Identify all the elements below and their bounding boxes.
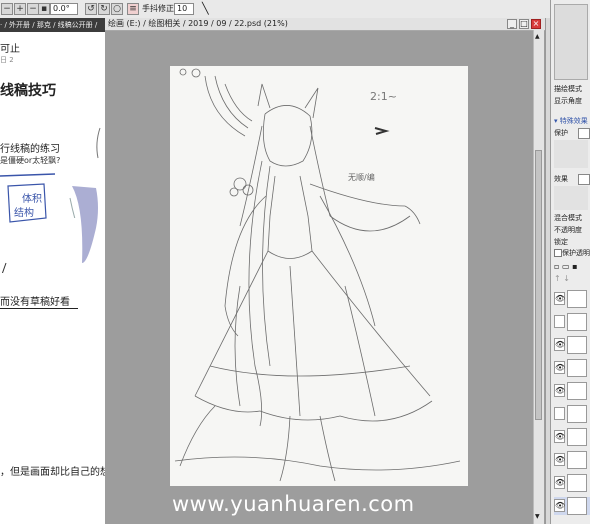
protect-options bbox=[554, 140, 588, 168]
display-angle-label: 显示角度 bbox=[554, 97, 582, 105]
layer-thumbnail[interactable] bbox=[567, 313, 587, 331]
eye-icon[interactable]: 👁 bbox=[554, 338, 565, 351]
flip-icon[interactable]: ≡ bbox=[127, 3, 139, 15]
rotation-field[interactable]: 0.0° bbox=[50, 3, 78, 15]
character-sketch bbox=[174, 68, 461, 482]
layer-row[interactable]: 👁 bbox=[554, 336, 590, 354]
watermark-text: www.yuanhuaren.com bbox=[172, 492, 415, 516]
eye-icon[interactable]: 👁 bbox=[554, 499, 565, 512]
stabilizer-label: 手抖修正 bbox=[142, 4, 174, 13]
structure-diagram bbox=[0, 173, 98, 273]
stabilizer-select[interactable]: 10 bbox=[174, 3, 194, 15]
plus-icon[interactable]: + bbox=[14, 3, 26, 15]
stub-date: 日 2 bbox=[0, 56, 14, 64]
eye-icon[interactable]: 👁 bbox=[554, 453, 565, 466]
layer-row[interactable]: 👁 bbox=[554, 451, 590, 469]
layer-tools-row: ▫ ▭ ▪ bbox=[554, 262, 588, 272]
blend-mode-label: 混合模式 bbox=[554, 214, 582, 222]
new-folder-icon[interactable]: ▭ bbox=[562, 262, 570, 271]
opacity-label: 不透明度 bbox=[554, 226, 582, 234]
pen-stroke-icon[interactable]: ╲ bbox=[202, 3, 209, 15]
delete-layer-icon[interactable]: ▪ bbox=[572, 262, 577, 271]
window-title-text: 绘画 (E:) / 绘图相关 / 2019 / 09 / 22.psd (21%… bbox=[108, 19, 288, 28]
eye-icon[interactable] bbox=[554, 407, 565, 420]
top-toolbar: − + − ▪ 0.0° ↺ ↻ ○ ≡ 手抖修正 10 ╲ bbox=[0, 0, 590, 19]
handwritten-structure: 结构 bbox=[14, 208, 34, 219]
page-heading: 线稿技巧 bbox=[0, 83, 56, 99]
sketch-note-text: 无顺/编 bbox=[348, 173, 375, 182]
effect-select[interactable] bbox=[578, 174, 590, 185]
scrollbar-thumb[interactable] bbox=[535, 150, 542, 420]
layer-row[interactable] bbox=[554, 405, 590, 423]
layer-thumbnail[interactable] bbox=[567, 290, 587, 308]
minimize-icon[interactable]: _ bbox=[507, 19, 517, 29]
layer-thumbnail[interactable] bbox=[567, 474, 587, 492]
scroll-down-icon[interactable]: ▼ bbox=[535, 514, 542, 520]
layer-row[interactable]: 👁 bbox=[554, 290, 590, 308]
eye-icon[interactable]: 👁 bbox=[554, 292, 565, 305]
sketch-note-ratio: 2:1~ bbox=[370, 90, 397, 103]
effect-options bbox=[554, 186, 588, 210]
layer-row[interactable]: 👁 bbox=[554, 428, 590, 446]
close-icon[interactable]: × bbox=[531, 19, 541, 29]
layer-thumbnail[interactable] bbox=[567, 359, 587, 377]
vertical-scrollbar[interactable]: ▲ ▼ bbox=[533, 30, 544, 524]
left-document: · / 外开册 / 那克 / 线稿公开册 / 可止 日 2 线稿技巧 行线稿的练… bbox=[0, 18, 105, 524]
transparent-protect-label: 保护透明 bbox=[562, 249, 590, 257]
eye-icon[interactable]: 👁 bbox=[554, 430, 565, 443]
protect-label: 保护 bbox=[554, 129, 568, 137]
protect-select[interactable] bbox=[578, 128, 590, 139]
stub-text: 可止 bbox=[0, 44, 20, 55]
layer-row[interactable]: 👁 bbox=[554, 382, 590, 400]
canvas-window-title: 绘画 (E:) / 绘图相关 / 2019 / 09 / 22.psd (21%… bbox=[105, 18, 545, 31]
navigator-preview[interactable] bbox=[554, 4, 588, 80]
layer-thumbnail[interactable] bbox=[567, 497, 587, 515]
move-down-icon[interactable]: ↓ bbox=[563, 274, 570, 283]
effect-label: 效果 bbox=[554, 175, 568, 183]
layer-thumbnail[interactable] bbox=[567, 336, 587, 354]
canvas-paper[interactable]: 2:1~ 无顺/编 bbox=[170, 66, 468, 486]
eye-icon[interactable]: 👁 bbox=[554, 476, 565, 489]
left-tabs-bar[interactable]: · / 外开册 / 那克 / 线稿公开册 / bbox=[0, 18, 105, 32]
maximize-icon[interactable]: □ bbox=[519, 19, 529, 29]
eye-icon[interactable] bbox=[554, 315, 565, 328]
layer-row[interactable] bbox=[554, 313, 590, 331]
eye-icon[interactable]: 👁 bbox=[554, 361, 565, 374]
special-effect-section[interactable]: ▾ 特殊效果 bbox=[554, 116, 588, 126]
canvas-window: 绘画 (E:) / 绘图相关 / 2019 / 09 / 22.psd (21%… bbox=[105, 18, 545, 524]
line-2: 是僵硬or太轻飘? bbox=[0, 156, 61, 165]
layer-row[interactable]: 👁 bbox=[554, 474, 590, 492]
transparent-protect-checkbox[interactable] bbox=[554, 249, 562, 257]
layer-thumbnail[interactable] bbox=[567, 405, 587, 423]
layer-thumbnail[interactable] bbox=[567, 382, 587, 400]
layer-thumbnail[interactable] bbox=[567, 451, 587, 469]
right-panel: 描绘模式 显示角度 ▾ 特殊效果 保护 效果 混合模式 不透明度 锁定 保护透明… bbox=[550, 0, 590, 524]
eye-icon[interactable]: 👁 bbox=[554, 384, 565, 397]
bottom-text: ，但是画面却比自己的想 bbox=[0, 467, 105, 478]
underlined-text: 而没有草稿好看 bbox=[0, 293, 78, 309]
layer-tools-row-2: ↑ ↓ bbox=[554, 274, 588, 284]
layer-thumbnail[interactable] bbox=[567, 428, 587, 446]
draw-mode-label: 描绘模式 bbox=[554, 85, 582, 93]
move-up-icon[interactable]: ↑ bbox=[554, 274, 561, 283]
layer-row[interactable]: 👁 bbox=[554, 359, 590, 377]
rotate-right-icon[interactable]: ↻ bbox=[98, 3, 110, 15]
reset-zoom-icon[interactable]: ▪ bbox=[38, 3, 50, 15]
handwritten-volume: 体积 bbox=[22, 194, 42, 205]
new-layer-icon[interactable]: ▫ bbox=[554, 262, 559, 271]
minus-icon[interactable]: − bbox=[1, 3, 13, 15]
layer-row-selected[interactable]: 👁 bbox=[554, 497, 590, 515]
scroll-up-icon[interactable]: ▲ bbox=[535, 34, 542, 40]
line-1: 行线稿的练习 bbox=[0, 144, 60, 155]
rotate-left-icon[interactable]: ↺ bbox=[85, 3, 97, 15]
rotate-reset-icon[interactable]: ○ bbox=[111, 3, 123, 15]
lock-label: 锁定 bbox=[554, 238, 568, 246]
